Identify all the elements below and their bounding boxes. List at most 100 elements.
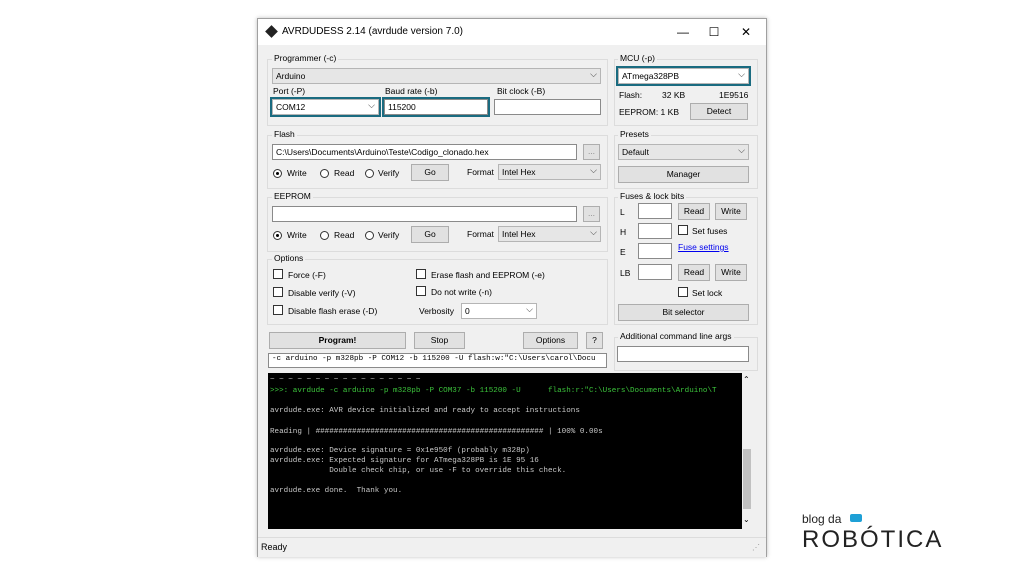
scroll-down-icon[interactable]: ⌄ — [743, 515, 750, 524]
options-label: Options — [272, 253, 306, 263]
erase-checkbox[interactable] — [416, 269, 426, 279]
brand-line2: ROBÓTICA — [802, 526, 944, 553]
console-line: avrdude.exe done. Thank you. — [270, 487, 403, 495]
disable-verify-label: Disable verify (-V) — [288, 288, 356, 298]
command-line-text: -c arduino -p m328pb -P COM12 -b 115200 … — [272, 355, 596, 363]
port-label: Port (-P) — [273, 86, 306, 96]
eeprom-write-radio[interactable] — [273, 231, 282, 240]
verbosity-select[interactable]: 0 ⌵ — [461, 303, 537, 319]
erase-label: Erase flash and EEPROM (-e) — [431, 270, 545, 280]
signature-value: 1E9516 — [719, 90, 749, 100]
fuse-h-label: H — [620, 227, 627, 237]
flash-go-button[interactable]: Go — [411, 164, 449, 181]
flash-size-label: Flash: — [619, 90, 643, 100]
additional-args-input[interactable] — [617, 346, 749, 362]
flash-file-input[interactable]: C:\Users\Documents\Arduino\Teste\Codigo_… — [272, 144, 577, 160]
presets-value: Default — [622, 147, 649, 157]
status-text: Ready — [261, 542, 288, 552]
eeprom-go-button[interactable]: Go — [411, 226, 449, 243]
bitclock-label: Bit clock (-B) — [497, 86, 546, 96]
flash-format-label: Format — [467, 167, 494, 177]
lock-write-button[interactable]: Write — [715, 264, 747, 281]
programmer-select[interactable]: Arduino ⌵ — [272, 68, 601, 84]
eeprom-read-radio[interactable] — [320, 231, 329, 240]
mcu-select[interactable]: ATmega328PB ⌵ — [616, 66, 751, 86]
eeprom-file-input[interactable] — [272, 206, 577, 222]
scrollbar-thumb[interactable] — [743, 449, 751, 509]
resize-grip-icon[interactable]: ⋰ — [752, 543, 760, 552]
chevron-down-icon: ⌵ — [526, 304, 533, 314]
flash-label: Flash — [272, 129, 297, 139]
flash-write-label: Write — [287, 168, 307, 178]
fuse-e-field[interactable] — [638, 243, 672, 259]
program-button[interactable]: Program! — [269, 332, 406, 349]
eeprom-browse-button[interactable]: ... — [583, 206, 600, 222]
baud-rate-field[interactable]: 115200 — [382, 97, 490, 117]
console-line: avrdude.exe: AVR device initialized and … — [270, 407, 580, 415]
bit-clock-field[interactable] — [494, 99, 601, 115]
disable-flash-erase-checkbox[interactable] — [273, 305, 283, 315]
fuse-l-label: L — [620, 207, 625, 217]
lock-read-button[interactable]: Read — [678, 264, 710, 281]
chevron-down-icon: ⌵ — [590, 165, 597, 175]
help-button[interactable]: ? — [586, 332, 603, 349]
set-fuses-checkbox[interactable] — [678, 225, 688, 235]
close-button[interactable]: ✕ — [733, 23, 759, 41]
eeprom-write-label: Write — [287, 230, 307, 240]
robot-icon — [850, 514, 862, 522]
do-not-write-checkbox[interactable] — [416, 286, 426, 296]
presets-label: Presets — [618, 129, 651, 139]
console-line: Reading | ##############################… — [270, 428, 603, 436]
baud-value: 115200 — [388, 102, 416, 112]
flash-format-value: Intel Hex — [502, 167, 536, 177]
fuse-read-button[interactable]: Read — [678, 203, 710, 220]
flash-size-value: 32 KB — [662, 90, 686, 100]
flash-write-radio[interactable] — [273, 169, 282, 178]
manager-button[interactable]: Manager — [618, 166, 749, 183]
maximize-button[interactable]: ☐ — [701, 23, 727, 41]
fuse-h-field[interactable] — [638, 223, 672, 239]
disable-flash-erase-label: Disable flash erase (-D) — [288, 306, 378, 316]
fuse-l-field[interactable] — [638, 203, 672, 219]
additional-args-label: Additional command line args — [618, 331, 734, 341]
scroll-up-icon[interactable]: ⌃ — [743, 375, 750, 384]
options-button[interactable]: Options — [523, 332, 578, 349]
flash-verify-label: Verify — [378, 168, 400, 178]
fuse-settings-link[interactable]: Fuse settings — [678, 242, 729, 252]
flash-browse-button[interactable]: ... — [583, 144, 600, 160]
eeprom-format-select[interactable]: Intel Hex ⌵ — [498, 226, 601, 242]
fuse-lb-field[interactable] — [638, 264, 672, 280]
eeprom-size: EEPROM: 1 KB — [619, 107, 679, 117]
do-not-write-label: Do not write (-n) — [431, 287, 492, 297]
flash-verify-radio[interactable] — [365, 169, 374, 178]
chevron-down-icon: ⌵ — [590, 69, 597, 79]
fuse-lb-label: LB — [620, 268, 631, 278]
flash-read-radio[interactable] — [320, 169, 329, 178]
baud-label: Baud rate (-b) — [385, 86, 438, 96]
chevron-down-icon: ⌵ — [368, 100, 375, 110]
port-select[interactable]: COM12 ⌵ — [270, 97, 381, 117]
disable-verify-checkbox[interactable] — [273, 287, 283, 297]
console-scrollbar[interactable]: ⌃ ⌄ — [742, 373, 752, 529]
force-label: Force (-F) — [288, 270, 326, 280]
title-bar: AVRDUDESS 2.14 (avrdude version 7.0) — ☐… — [258, 19, 766, 45]
command-line-field[interactable]: -c arduino -p m328pb -P COM12 -b 115200 … — [268, 353, 607, 368]
bit-selector-button[interactable]: Bit selector — [618, 304, 749, 321]
set-lock-checkbox[interactable] — [678, 287, 688, 297]
force-checkbox[interactable] — [273, 269, 283, 279]
eeprom-label: EEPROM — [272, 191, 313, 201]
console-output[interactable]: ~ ~ ~ ~ ~ ~ ~ ~ ~ ~ ~ ~ ~ ~ ~ ~ ~ >>>: a… — [268, 373, 752, 529]
flash-format-select[interactable]: Intel Hex ⌵ — [498, 164, 601, 180]
window-title: AVRDUDESS 2.14 (avrdude version 7.0) — [282, 26, 464, 37]
chevron-down-icon: ⌵ — [590, 227, 597, 237]
presets-select[interactable]: Default ⌵ — [618, 144, 749, 160]
console-line: Double check chip, or use -F to override… — [270, 467, 567, 475]
detect-button[interactable]: Detect — [690, 103, 748, 120]
chevron-down-icon: ⌵ — [738, 69, 745, 79]
console-line: avrdude.exe: Expected signature for ATme… — [270, 457, 539, 465]
eeprom-verify-radio[interactable] — [365, 231, 374, 240]
avrdudess-window: AVRDUDESS 2.14 (avrdude version 7.0) — ☐… — [257, 18, 767, 557]
fuse-write-button[interactable]: Write — [715, 203, 747, 220]
minimize-button[interactable]: — — [670, 23, 696, 41]
stop-button[interactable]: Stop — [414, 332, 465, 349]
